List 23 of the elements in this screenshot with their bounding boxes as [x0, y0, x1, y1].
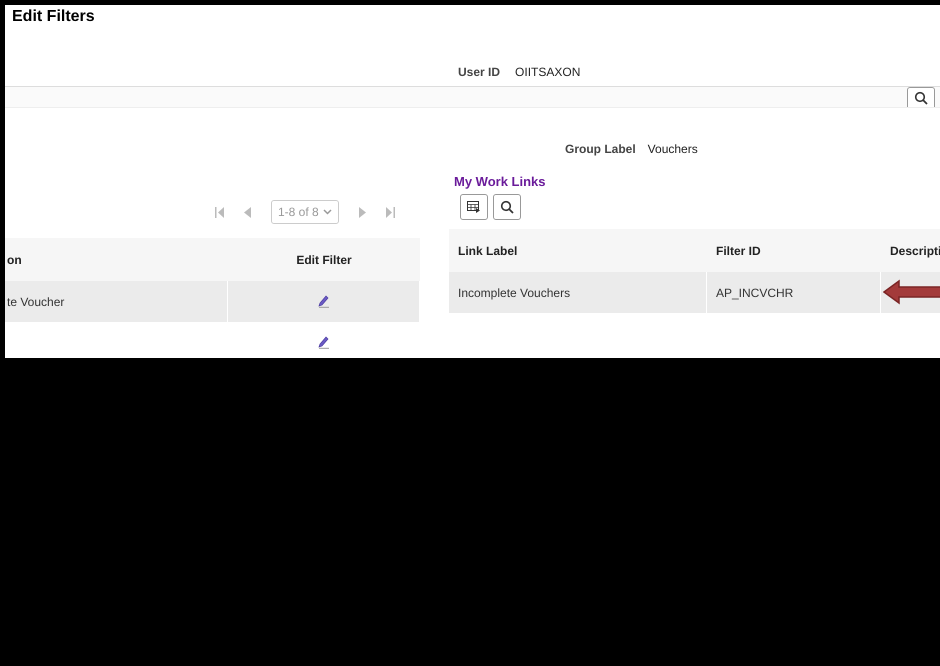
- search-icon: [500, 200, 514, 214]
- group-label-value: Vouchers: [648, 142, 698, 156]
- search-button[interactable]: [493, 194, 521, 220]
- pencil-icon[interactable]: [318, 295, 330, 308]
- user-id-label: User ID: [458, 65, 500, 79]
- table-cell: AP_INCVCHR: [707, 272, 881, 313]
- search-button[interactable]: [907, 87, 935, 107]
- chevron-down-icon: [322, 209, 332, 215]
- column-header: Filter ID: [707, 229, 881, 272]
- column-header: Edit Filter: [228, 238, 420, 281]
- page-range-select[interactable]: 1-8 of 8: [271, 200, 339, 224]
- personalize-button[interactable]: [460, 194, 488, 220]
- description-text: te Voucher: [7, 294, 64, 308]
- section-title: My Work Links: [453, 174, 547, 191]
- pencil-icon[interactable]: [318, 336, 330, 349]
- column-header: on: [5, 238, 228, 281]
- user-id-value: OIITSAXON: [515, 65, 580, 79]
- column-header: Link Label: [449, 229, 707, 272]
- group-label-label: Group Label: [565, 142, 636, 156]
- table-cell: Incomplete Vouchers: [449, 272, 707, 313]
- search-icon: [914, 90, 928, 104]
- page-title: Edit Filters: [11, 7, 96, 27]
- grid-icon: [467, 201, 481, 213]
